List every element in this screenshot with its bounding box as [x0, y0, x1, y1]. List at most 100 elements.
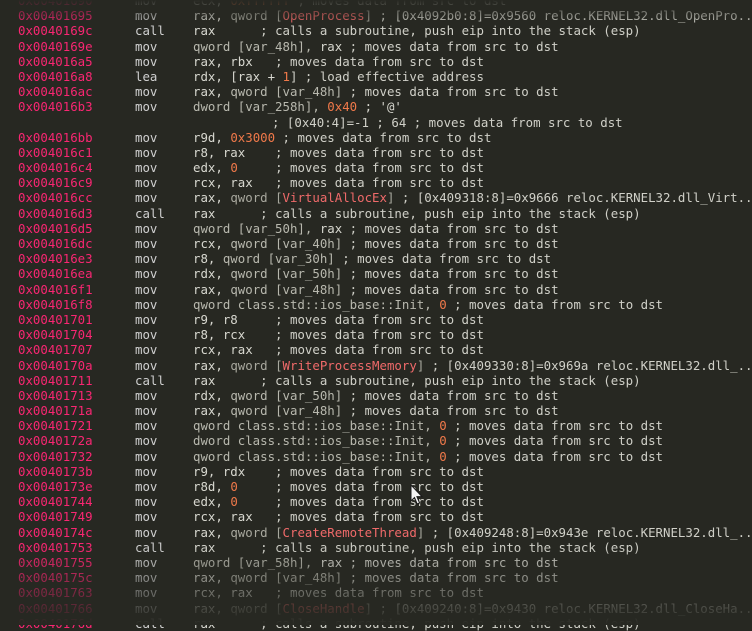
- instruction-row[interactable]: 0x00401755 mov qword [var_58h], rax ; move…: [0, 555, 752, 570]
- instruction-address[interactable]: 0x00401763: [18, 585, 93, 600]
- instruction-address[interactable]: 0x00401753: [18, 540, 93, 555]
- instruction-row[interactable]: 0x004016f8 mov qword class.std::ios_base::…: [0, 297, 752, 312]
- disassembly-listing[interactable]: 0x00401690 mov ecx, 0xffffff ; moves data …: [0, 0, 752, 631]
- instruction-address[interactable]: 0x00401704: [18, 327, 93, 342]
- operand-token: qword class.std::ios_base::Init,: [193, 296, 440, 312]
- instruction-mnemonic: mov: [135, 99, 158, 115]
- instruction-row[interactable]: 0x00401749 mov rcx, rax ; moves data from …: [0, 509, 752, 524]
- instruction-row[interactable]: 0x0040174c mov rax, qword [CreateRemoteThr…: [0, 525, 752, 540]
- instruction-address[interactable]: 0x004016d5: [18, 221, 93, 236]
- instruction-address[interactable]: 0x00401755: [18, 555, 93, 570]
- instruction-row[interactable]: 0x004016e3 mov r8, qword [var_30h] ; moves…: [0, 251, 752, 266]
- instruction-mnemonic: mov: [135, 357, 158, 373]
- instruction-address[interactable]: 0x004016bb: [18, 130, 93, 145]
- instruction-row[interactable]: 0x004016b3 mov dword [var_258h], 0x40 ; '@…: [0, 99, 752, 114]
- instruction-row[interactable]: 0x00401695 mov rax, qword [OpenProcess] ; …: [0, 8, 752, 23]
- instruction-row[interactable]: 0x0040172a mov dword class.std::ios_base::…: [0, 433, 752, 448]
- operand-token: rax,: [193, 403, 231, 419]
- instruction-row[interactable]: 0x00401766 mov rax, qword [CloseHandle] ; …: [0, 601, 752, 616]
- instruction-address[interactable]: 0x004016cc: [18, 190, 93, 205]
- import-symbol[interactable]: CreateRemoteThread: [283, 525, 417, 540]
- instruction-row[interactable]: 0x0040169e mov qword [var_48h], rax ; move…: [0, 39, 752, 54]
- instruction-row[interactable]: 0x00401753 call rax ; calls a subroutine, …: [0, 540, 752, 555]
- instruction-row[interactable]: 0x0040175c mov rax, qword [var_48h] ; move…: [0, 570, 752, 585]
- instruction-address[interactable]: 0x00401749: [18, 509, 93, 524]
- instruction-row[interactable]: 0x004016ac mov rax, qword [var_48h] ; move…: [0, 84, 752, 99]
- instruction-address[interactable]: 0x00401766: [18, 601, 93, 616]
- instruction-row[interactable]: 0x0040170a mov rax, qword [WriteProcessMem…: [0, 358, 752, 373]
- continuation-comment-row[interactable]: ; [0x40:4]=-1 ; 64 ; moves data from src…: [0, 115, 752, 130]
- instruction-address[interactable]: 0x004016e3: [18, 251, 93, 266]
- instruction-row[interactable]: 0x00401711 call rax ; calls a subroutine, …: [0, 373, 752, 388]
- instruction-address[interactable]: 0x004016c9: [18, 175, 93, 190]
- instruction-row[interactable]: 0x00401713 mov rdx, qword [var_50h] ; move…: [0, 388, 752, 403]
- instruction-operands: ; [0x40:4]=-1 ; 64 ; moves data from src…: [272, 115, 623, 130]
- instruction-address[interactable]: 0x004016f8: [18, 297, 93, 312]
- instruction-address[interactable]: 0x004016ea: [18, 266, 93, 281]
- instruction-row[interactable]: 0x004016f1 mov rax, qword [var_48h] ; move…: [0, 282, 752, 297]
- instruction-address[interactable]: 0x0040173e: [18, 479, 93, 494]
- instruction-address[interactable]: 0x00401707: [18, 342, 93, 357]
- instruction-address[interactable]: 0x004016dc: [18, 236, 93, 251]
- instruction-row[interactable]: 0x004016a8 lea rdx, [rax + 1] ; load effec…: [0, 69, 752, 84]
- instruction-address[interactable]: 0x00401701: [18, 312, 93, 327]
- instruction-row[interactable]: 0x00401721 mov qword class.std::ios_base::…: [0, 418, 752, 433]
- instruction-row[interactable]: 0x004016d3 call rax ; calls a subroutine, …: [0, 206, 752, 221]
- instruction-address[interactable]: 0x00401732: [18, 449, 93, 464]
- instruction-row[interactable]: 0x0040173b mov r9, rdx ; moves data from s…: [0, 464, 752, 479]
- instruction-address[interactable]: 0x00401744: [18, 494, 93, 509]
- instruction-row[interactable]: 0x004016ea mov rdx, qword [var_50h] ; move…: [0, 266, 752, 281]
- instruction-address[interactable]: 0x0040176d: [18, 616, 93, 631]
- instruction-row[interactable]: 0x004016d5 mov qword [var_50h], rax ; move…: [0, 221, 752, 236]
- instruction-row[interactable]: 0x0040169c call rax ; calls a subroutine, …: [0, 23, 752, 38]
- instruction-address[interactable]: 0x004016ac: [18, 84, 93, 99]
- instruction-row[interactable]: 0x004016a5 mov rax, rbx ; moves data from …: [0, 54, 752, 69]
- instruction-address[interactable]: 0x0040174c: [18, 525, 93, 540]
- instruction-row[interactable]: 0x00401732 mov qword class.std::ios_base::…: [0, 449, 752, 464]
- instruction-operands: qword class.std::ios_base::Init, 0 ; mov…: [193, 418, 663, 433]
- instruction-row[interactable]: 0x004016bb mov r9d, 0x3000 ; moves data fr…: [0, 130, 752, 145]
- instruction-row[interactable]: 0x0040176d call rax ; calls a subroutine, …: [0, 616, 752, 631]
- instruction-row[interactable]: 0x00401763 mov rcx, rax ; moves data from …: [0, 585, 752, 600]
- instruction-operands: rax ; calls a subroutine, push eip into …: [193, 373, 641, 388]
- instruction-address[interactable]: 0x00401711: [18, 373, 93, 388]
- instruction-address[interactable]: 0x0040171a: [18, 403, 93, 418]
- instruction-row[interactable]: 0x004016c1 mov r8, rax ; moves data from s…: [0, 145, 752, 160]
- instruction-address[interactable]: 0x00401721: [18, 418, 93, 433]
- instruction-row[interactable]: 0x00401701 mov r9, r8 ; moves data from sr…: [0, 312, 752, 327]
- import-symbol[interactable]: WriteProcessMemory: [283, 358, 417, 373]
- instruction-address[interactable]: 0x00401690: [18, 0, 93, 8]
- instruction-row[interactable]: 0x0040171a mov rax, qword [var_48h] ; move…: [0, 403, 752, 418]
- instruction-row[interactable]: 0x004016c9 mov rcx, rax ; moves data from …: [0, 175, 752, 190]
- instruction-row[interactable]: 0x0040173e mov r8d, 0 ; moves data from sr…: [0, 479, 752, 494]
- instruction-address[interactable]: 0x004016c4: [18, 160, 93, 175]
- instruction-address[interactable]: 0x004016a8: [18, 69, 93, 84]
- import-symbol[interactable]: OpenProcess: [283, 8, 365, 23]
- instruction-operands: edx, 0 ; moves data from src to dst: [193, 160, 484, 175]
- instruction-row[interactable]: 0x004016cc mov rax, qword [VirtualAllocEx]…: [0, 190, 752, 205]
- import-symbol[interactable]: VirtualAllocEx: [283, 190, 387, 205]
- instruction-address[interactable]: 0x0040169c: [18, 23, 93, 38]
- instruction-row[interactable]: 0x00401690 mov ecx, 0xffffff ; moves data …: [0, 0, 752, 8]
- instruction-address[interactable]: 0x0040175c: [18, 570, 93, 585]
- instruction-row[interactable]: 0x00401704 mov r8, rcx ; moves data from s…: [0, 327, 752, 342]
- instruction-address[interactable]: 0x0040170a: [18, 358, 93, 373]
- instruction-mnemonic: mov: [135, 585, 158, 601]
- instruction-row[interactable]: 0x00401707 mov rcx, rax ; moves data from …: [0, 342, 752, 357]
- instruction-address[interactable]: 0x004016d3: [18, 206, 93, 221]
- import-symbol[interactable]: CloseHandle: [283, 601, 365, 616]
- instruction-row[interactable]: 0x004016dc mov rcx, qword [var_40h] ; move…: [0, 236, 752, 251]
- instruction-address[interactable]: 0x0040169e: [18, 39, 93, 54]
- instruction-address[interactable]: 0x0040172a: [18, 433, 93, 448]
- instruction-operands: rax, qword [CreateRemoteThread] ; [0x409…: [193, 525, 752, 540]
- instruction-address[interactable]: 0x004016f1: [18, 282, 93, 297]
- instruction-row[interactable]: 0x004016c4 mov edx, 0 ; moves data from sr…: [0, 160, 752, 175]
- instruction-address[interactable]: 0x004016b3: [18, 99, 93, 114]
- instruction-address[interactable]: 0x004016a5: [18, 54, 93, 69]
- instruction-address[interactable]: 0x00401713: [18, 388, 93, 403]
- instruction-comment: ; [0x409240:8]=0x9430 reloc.KERNEL32.dll…: [372, 600, 752, 616]
- instruction-address[interactable]: 0x004016c1: [18, 145, 93, 160]
- instruction-address[interactable]: 0x00401695: [18, 8, 93, 23]
- instruction-address[interactable]: 0x0040173b: [18, 464, 93, 479]
- instruction-row[interactable]: 0x00401744 mov edx, 0 ; moves data from sr…: [0, 494, 752, 509]
